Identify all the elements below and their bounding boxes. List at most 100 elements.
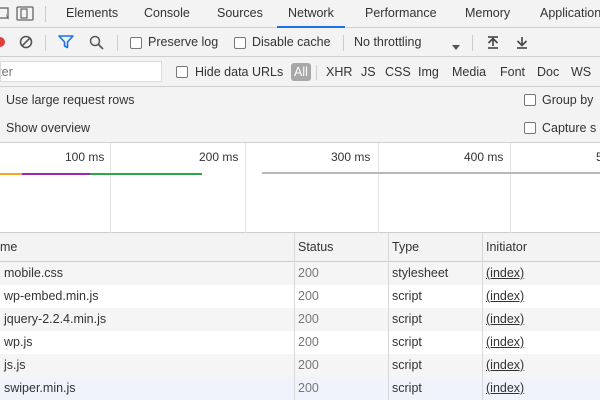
- table-row[interactable]: wp-embed.min.js 200 script (index): [0, 285, 600, 308]
- tab-network[interactable]: Network: [277, 0, 345, 28]
- export-har-icon[interactable]: [516, 36, 528, 52]
- tab-performance[interactable]: Performance: [365, 0, 437, 28]
- show-overview-label[interactable]: Show overview: [6, 121, 90, 135]
- cell-status: 200: [298, 266, 319, 280]
- column-header-name[interactable]: me: [0, 233, 294, 262]
- toolbar-divider: [472, 35, 473, 51]
- tab-sources[interactable]: Sources: [217, 0, 263, 28]
- cell-type: script: [392, 358, 422, 372]
- inspect-element-icon[interactable]: [0, 7, 10, 24]
- cell-type: script: [392, 289, 422, 303]
- overview-waterfall-segment: [22, 173, 90, 175]
- column-header-type[interactable]: Type: [388, 233, 482, 262]
- filter-divider: [316, 65, 317, 80]
- type-filter-img[interactable]: Img: [418, 64, 439, 80]
- overview-gridline: [378, 143, 379, 233]
- tab-divider: [45, 6, 46, 22]
- tab-application[interactable]: Application: [540, 0, 600, 28]
- cell-status: 200: [298, 289, 319, 303]
- preserve-log-checkbox[interactable]: [130, 37, 142, 49]
- cell-initiator[interactable]: (index): [482, 308, 600, 331]
- cell-name[interactable]: jquery-2.2.4.min.js: [0, 308, 294, 331]
- table-row[interactable]: wp.js 200 script (index): [0, 331, 600, 354]
- table-row[interactable]: mobile.css 200 stylesheet (index): [0, 262, 600, 285]
- disable-cache-checkbox[interactable]: [234, 37, 246, 49]
- cell-initiator[interactable]: (index): [482, 377, 600, 400]
- overview-tick-label: 5: [596, 150, 600, 164]
- tab-elements[interactable]: Elements: [66, 0, 118, 28]
- devtools-tab-bar: Elements Console Sources Network Perform…: [0, 0, 600, 28]
- toolbar-divider: [117, 35, 118, 51]
- overview-waterfall-segment: [262, 172, 600, 174]
- timeline-overview[interactable]: 100 ms 200 ms 300 ms 400 ms 5: [0, 143, 600, 233]
- cell-name[interactable]: swiper.min.js: [0, 377, 294, 400]
- overview-tick-label: 100 ms: [65, 150, 105, 164]
- search-icon[interactable]: [89, 35, 104, 53]
- type-filter-xhr[interactable]: XHR: [326, 64, 352, 80]
- type-filter-css[interactable]: CSS: [385, 64, 411, 80]
- type-filter-doc[interactable]: Doc: [537, 64, 559, 80]
- preserve-log-label: Preserve log: [148, 35, 219, 49]
- overview-gridline: [510, 143, 511, 233]
- column-divider: [388, 233, 389, 400]
- chevron-down-icon[interactable]: [452, 40, 460, 54]
- cell-initiator[interactable]: (index): [482, 285, 600, 308]
- large-rows-label[interactable]: Use large request rows: [6, 93, 135, 107]
- overview-waterfall-segment: [0, 173, 22, 175]
- cell-status: 200: [298, 381, 319, 395]
- hide-data-urls-label: Hide data URLs: [195, 65, 284, 79]
- type-filter-font[interactable]: Font: [500, 64, 525, 80]
- cell-type: script: [392, 312, 422, 326]
- overview-waterfall-segment: [90, 173, 202, 175]
- cell-initiator[interactable]: (index): [482, 331, 600, 354]
- capture-checkbox[interactable]: [524, 122, 536, 134]
- cell-type: stylesheet: [392, 266, 449, 280]
- toolbar-divider: [343, 35, 344, 51]
- overview-gridline: [110, 143, 111, 233]
- cell-type: script: [392, 335, 422, 349]
- column-divider: [482, 233, 483, 400]
- overview-tick-label: 400 ms: [464, 150, 504, 164]
- device-toolbar-icon[interactable]: [16, 6, 34, 25]
- cell-name[interactable]: wp-embed.min.js: [0, 285, 294, 308]
- table-row[interactable]: swiper.min.js 200 script (index): [0, 377, 600, 400]
- filter-input[interactable]: [0, 61, 162, 82]
- capture-label: Capture s: [542, 121, 597, 135]
- column-header-initiator[interactable]: Initiator: [482, 233, 600, 262]
- cell-status: 200: [298, 335, 319, 349]
- import-har-icon[interactable]: [487, 36, 499, 52]
- tab-memory[interactable]: Memory: [465, 0, 510, 28]
- overview-gridline: [245, 143, 246, 233]
- cell-status: 200: [298, 312, 319, 326]
- cell-name[interactable]: wp.js: [0, 331, 294, 354]
- type-filter-all[interactable]: All: [291, 63, 311, 81]
- network-toolbar: Preserve log Disable cache No throttling: [0, 28, 600, 57]
- hide-data-urls-checkbox[interactable]: [176, 66, 188, 78]
- filter-icon[interactable]: [58, 35, 74, 52]
- type-filter-media[interactable]: Media: [452, 64, 486, 80]
- type-filter-ws[interactable]: WS: [571, 64, 591, 80]
- cell-name[interactable]: js.js: [0, 354, 294, 377]
- table-row[interactable]: js.js 200 script (index): [0, 354, 600, 377]
- tab-console[interactable]: Console: [144, 0, 190, 28]
- group-by-label: Group by: [542, 93, 594, 107]
- column-divider: [294, 233, 295, 400]
- type-filter-js[interactable]: JS: [361, 64, 376, 80]
- toolbar-divider: [45, 35, 46, 51]
- clear-icon[interactable]: [19, 35, 33, 52]
- requests-table: me Status Type Initiator mobile.css 200 st…: [0, 233, 600, 400]
- table-row[interactable]: jquery-2.2.4.min.js 200 script (index): [0, 308, 600, 331]
- record-icon[interactable]: [0, 36, 6, 51]
- cell-initiator[interactable]: (index): [482, 354, 600, 377]
- throttling-select[interactable]: No throttling: [354, 28, 421, 57]
- disable-cache-label: Disable cache: [252, 35, 331, 49]
- cell-initiator[interactable]: (index): [482, 262, 600, 285]
- cell-type: script: [392, 381, 422, 395]
- network-settings-pane: Use large request rows Show overview Gro…: [0, 87, 600, 143]
- overview-tick-label: 200 ms: [199, 150, 239, 164]
- column-header-status[interactable]: Status: [294, 233, 388, 262]
- filter-bar: Hide data URLs All XHR JS CSS Img Media …: [0, 57, 600, 87]
- cell-name[interactable]: mobile.css: [0, 262, 294, 285]
- group-by-checkbox[interactable]: [524, 94, 536, 106]
- overview-tick-label: 300 ms: [331, 150, 371, 164]
